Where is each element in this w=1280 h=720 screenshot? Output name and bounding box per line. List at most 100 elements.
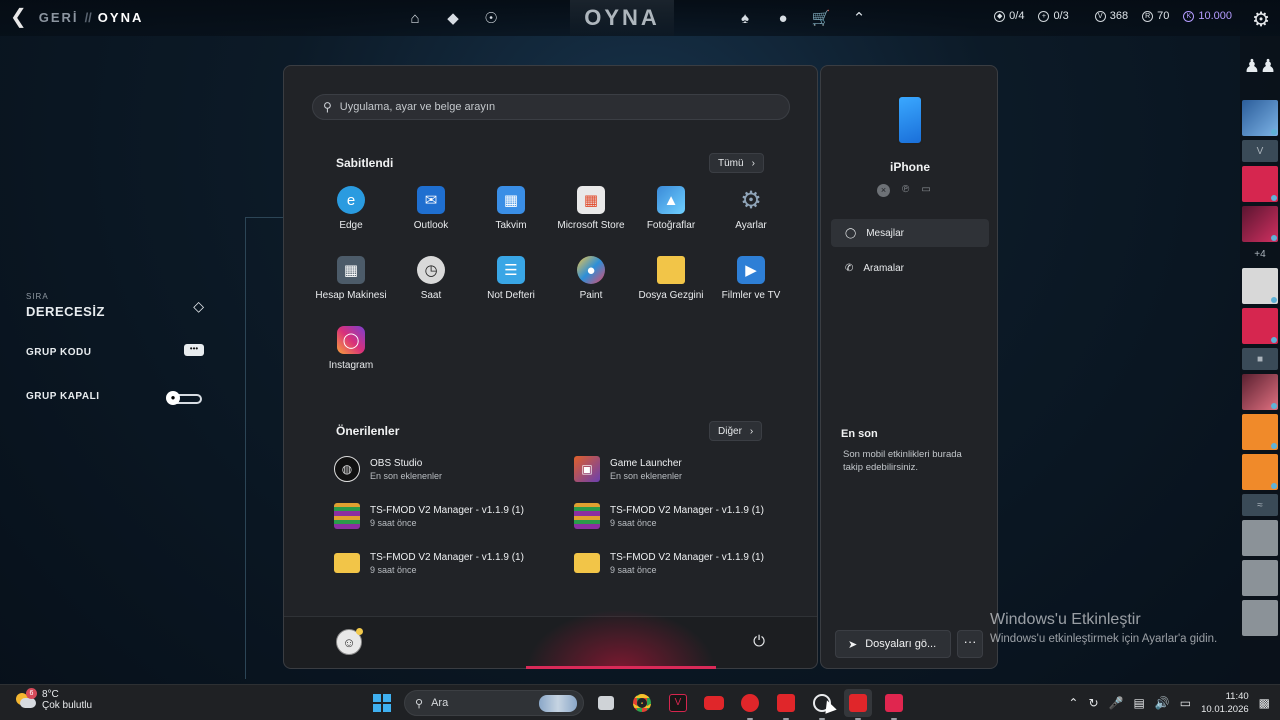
user-avatar[interactable]: ☺ [336, 628, 363, 655]
pinned-app-instagram[interactable]: ◯ Instagram [311, 326, 391, 379]
valorant-button[interactable]: V [664, 689, 692, 717]
group-closed-row[interactable]: GRUP KAPALI ● [26, 380, 206, 424]
outlook-icon: ✉ [417, 186, 445, 214]
riot-client-button[interactable] [772, 689, 800, 720]
messages-item[interactable]: ◯ Mesajlar [831, 219, 989, 247]
pinned-app-settings[interactable]: ⚙ Ayarlar [711, 186, 791, 239]
task-view-button[interactable] [592, 689, 620, 717]
recommended-item[interactable]: TS-FMOD V2 Manager - v1.1.9 (1) 9 saat ön… [574, 550, 774, 576]
rank-icon[interactable]: ⌃ [849, 8, 869, 28]
volume-icon[interactable]: 🔊 [1155, 696, 1170, 710]
friend-avatar-small[interactable]: ■ [1242, 348, 1278, 370]
start-search-box[interactable]: ⚲ [312, 94, 790, 120]
friend-avatar[interactable] [1242, 414, 1278, 450]
weather-widget[interactable]: 6 8°C Çok bulutlu [14, 688, 92, 711]
quest-counter[interactable]: ◆ 0/4 [994, 10, 1024, 22]
chrome-icon [633, 694, 651, 712]
pinned-app-edge[interactable]: e Edge [311, 186, 391, 239]
network-icon[interactable]: ▤ [1133, 696, 1144, 710]
start-button[interactable] [368, 689, 396, 717]
home-icon[interactable]: ⌂ [405, 8, 425, 28]
store-icon[interactable]: 🛒 [811, 8, 831, 28]
friend-avatar[interactable] [1242, 166, 1278, 202]
rank-caption: SIRA [26, 292, 49, 301]
friend-avatar[interactable] [1242, 268, 1278, 304]
taskbar-glow [526, 609, 716, 669]
friend-avatar[interactable] [1242, 374, 1278, 410]
friend-avatar-small[interactable]: V [1242, 140, 1278, 162]
send-files-button[interactable]: ➤ Dosyaları gö... [835, 630, 951, 658]
search-highlight-image [539, 695, 577, 712]
group-code-row[interactable]: GRUP KODU ••• [26, 336, 206, 380]
notepad-icon: ☰ [497, 256, 525, 284]
notification-icon[interactable]: ▩ [1259, 696, 1270, 710]
pinned-app-photos[interactable]: ▲ Fotoğraflar [631, 186, 711, 239]
pinned-app-notepad[interactable]: ☰ Not Defteri [471, 256, 551, 309]
pinned-app-outlook[interactable]: ✉ Outlook [391, 186, 471, 239]
riot-client-active-button[interactable] [844, 689, 872, 720]
taskbar-search[interactable]: ⚲ Ara [404, 690, 584, 716]
friend-avatar-small[interactable]: ≈ [1242, 494, 1278, 516]
task-view-icon [598, 696, 614, 710]
chevron-left-icon: ❮ [10, 6, 29, 28]
recommended-item[interactable]: TS-FMOD V2 Manager - v1.1.9 (1) 9 saat ön… [334, 503, 574, 529]
pinned-app-clock[interactable]: ◷ Saat [391, 256, 471, 309]
message-icon: ◯ [845, 227, 857, 239]
radianite-icon: R [1142, 10, 1154, 22]
clock[interactable]: 11:40 10.01.2026 [1201, 690, 1249, 716]
recommended-item[interactable]: ▣ Game Launcher En son eklenenler [574, 456, 774, 482]
photos-icon: ▲ [657, 186, 685, 214]
pinned-app-paint[interactable]: ● Paint [551, 256, 631, 309]
quest-icon: ◆ [994, 10, 1006, 22]
pinned-app-store[interactable]: ▦ Microsoft Store [551, 186, 631, 239]
back-button[interactable]: ❮ GERİ // OYNA [10, 6, 143, 28]
riot-icon [849, 694, 867, 712]
radianite-counter[interactable]: R 70 [1142, 10, 1169, 22]
riot-icon [777, 694, 795, 712]
youtube-music-button[interactable] [736, 689, 764, 720]
all-apps-button[interactable]: Tümü › [709, 153, 764, 173]
start-search-input[interactable] [339, 101, 760, 113]
battlepass-icon[interactable]: ♠ [735, 8, 755, 28]
friend-avatar[interactable] [1242, 206, 1278, 242]
battery-icon[interactable]: ▭ [1180, 696, 1191, 710]
recommended-item[interactable]: TS-FMOD V2 Manager - v1.1.9 (1) 9 saat ön… [334, 550, 574, 576]
calls-item[interactable]: ✆ Aramalar [831, 254, 989, 282]
more-friends-count[interactable]: +4 [1240, 246, 1280, 264]
collection-icon[interactable]: ● [773, 8, 793, 28]
friend-avatar[interactable] [1242, 100, 1278, 136]
pinned-app-calendar[interactable]: ▦ Takvim [471, 186, 551, 239]
friend-avatar[interactable] [1242, 308, 1278, 344]
recommended-item[interactable]: TS-FMOD V2 Manager - v1.1.9 (1) 9 saat ön… [574, 503, 774, 529]
valorant-active-button[interactable] [880, 689, 908, 720]
chat-dots-icon[interactable]: ••• [184, 344, 204, 356]
friend-avatar[interactable] [1242, 600, 1278, 636]
recommended-item[interactable]: ◍ OBS Studio En son eklenenler [334, 456, 574, 482]
movies-icon: ▶ [737, 256, 765, 284]
more-recommended-button[interactable]: Diğer › [709, 421, 763, 441]
sync-icon[interactable]: ↻ [1088, 696, 1098, 710]
pinned-app-file-explorer[interactable]: Dosya Gezgini [631, 256, 711, 309]
career-icon[interactable]: ◆ [443, 8, 463, 28]
microphone-icon[interactable]: 🎤 [1109, 696, 1124, 710]
chevron-up-icon[interactable]: ⌃ [1068, 696, 1078, 710]
pinned-app-calculator[interactable]: ▦ Hesap Makinesi [311, 256, 391, 309]
youtube-button[interactable] [700, 689, 728, 717]
power-icon[interactable]: ⏻ [753, 633, 765, 650]
friend-avatar[interactable] [1242, 520, 1278, 556]
friend-avatar[interactable] [1242, 454, 1278, 490]
friend-avatar[interactable] [1242, 560, 1278, 596]
pinned-app-movies-tv[interactable]: ▶ Filmler ve TV [711, 256, 791, 309]
group-closed-toggle[interactable]: ● [166, 391, 202, 405]
vp-counter[interactable]: V 368 [1094, 10, 1128, 22]
more-options-button[interactable]: ··· [957, 630, 983, 658]
agents-icon[interactable]: ☉ [481, 8, 501, 28]
chrome-button[interactable] [628, 689, 656, 717]
play-title[interactable]: OYNA [570, 0, 674, 36]
challenge-counter[interactable]: + 0/3 [1038, 10, 1069, 22]
kingdom-credits-counter[interactable]: K 10.000 [1183, 10, 1232, 22]
friends-icon[interactable]: ♟♟ [1240, 36, 1280, 96]
instagram-icon: ◯ [337, 326, 365, 354]
system-tray: ⌃ ↻ 🎤 ▤ 🔊 ▭ 11:40 10.01.2026 ▩ [1068, 685, 1270, 720]
settings-gear-icon[interactable]: ⚙ [1252, 7, 1270, 32]
